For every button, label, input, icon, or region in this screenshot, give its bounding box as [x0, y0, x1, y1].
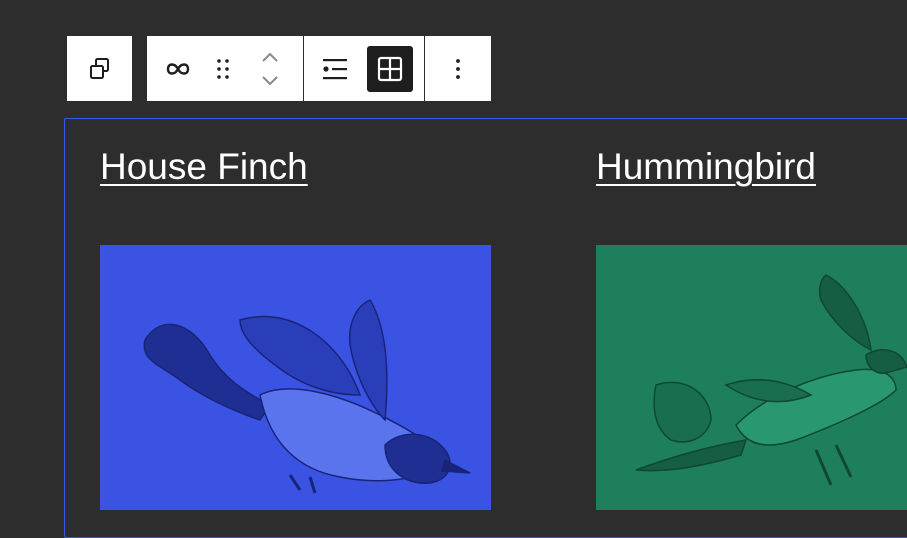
duplicate-blocks-icon [89, 57, 109, 79]
block-toolbar-transform [67, 36, 132, 101]
move-up-down-buttons[interactable] [237, 36, 303, 101]
drag-handle-icon [217, 58, 229, 79]
list-view-icon [323, 58, 347, 79]
more-vertical-icon [456, 58, 460, 79]
house-finch-illustration [143, 299, 471, 494]
link-button[interactable] [147, 36, 209, 101]
grid-view-button[interactable] [366, 36, 414, 101]
transform-button[interactable] [67, 36, 132, 101]
post-title-link[interactable]: House Finch [100, 140, 308, 194]
grid-view-active-indicator [367, 45, 413, 92]
post-featured-image[interactable] [596, 245, 907, 510]
link-icon [166, 62, 190, 75]
block-toolbar-main [147, 36, 491, 101]
more-options-button[interactable] [425, 36, 491, 101]
post-title-link[interactable]: Hummingbird [596, 140, 816, 194]
list-view-button[interactable] [304, 36, 366, 101]
post-featured-image[interactable] [100, 245, 491, 510]
grid-view-icon [377, 56, 403, 81]
hummingbird-illustration [635, 274, 907, 486]
chevron-up-down-icon [262, 52, 278, 85]
drag-handle[interactable] [209, 36, 237, 101]
